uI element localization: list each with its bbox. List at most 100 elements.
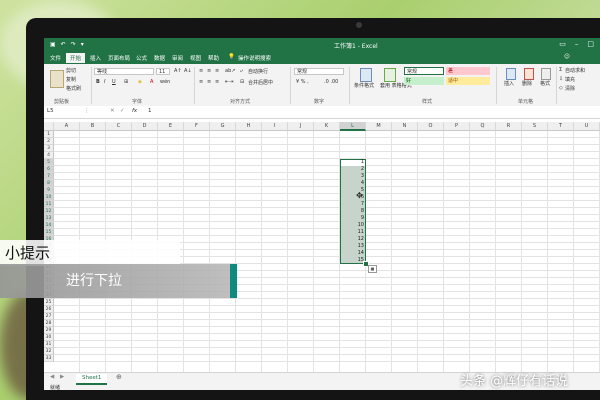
sheet-nav-next-icon[interactable]: ▶ (60, 374, 64, 380)
align-middle-icon[interactable]: ≡ (207, 68, 211, 74)
cell-l14[interactable]: 10 (340, 222, 366, 229)
maximize-icon[interactable]: □ (587, 40, 594, 48)
row-header-6[interactable]: 6 (44, 166, 54, 173)
user-icon[interactable]: ☺ (564, 54, 570, 60)
undo-icon[interactable]: ↶ (61, 41, 66, 48)
copy-button[interactable]: 复制 (66, 76, 76, 83)
conditional-format-icon[interactable] (360, 68, 372, 82)
minimize-icon[interactable]: – (575, 40, 579, 48)
row-header-5[interactable]: 5 (44, 159, 54, 166)
cell-l16[interactable]: 12 (340, 236, 366, 243)
cell-l8[interactable]: 4 (340, 180, 366, 187)
column-header-q[interactable]: Q (470, 122, 496, 131)
style-normal[interactable]: 常规 (404, 67, 444, 75)
column-header-n[interactable]: N (392, 122, 418, 131)
column-header-d[interactable]: D (132, 122, 158, 131)
name-box-dropdown-icon[interactable]: ⋮ (84, 108, 90, 114)
table-format-icon[interactable] (384, 68, 396, 82)
sheet-nav-prev-icon[interactable]: ◀ (50, 374, 54, 380)
font-shrink-icon[interactable]: A↓ (184, 68, 192, 74)
align-top-icon[interactable]: ≡ (199, 68, 203, 74)
style-bad[interactable]: 差 (446, 67, 490, 75)
row-header-13[interactable]: 13 (44, 215, 54, 222)
tab-file[interactable]: 文件 (50, 54, 61, 62)
currency-icon[interactable]: ¥ % , (296, 79, 309, 85)
orientation-icon[interactable]: ab↗ (225, 68, 235, 74)
column-header-g[interactable]: G (210, 122, 236, 131)
ribbon-display-icon[interactable]: ▭ (559, 40, 566, 48)
cancel-icon[interactable]: ✕ (110, 108, 115, 114)
column-header-u[interactable]: U (574, 122, 600, 131)
cell-l18[interactable]: 14 (340, 250, 366, 257)
column-header-t[interactable]: T (548, 122, 574, 131)
cell-l6[interactable]: 2 (340, 166, 366, 173)
row-header-7[interactable]: 7 (44, 173, 54, 180)
row-header-26[interactable]: 26 (44, 306, 54, 313)
cell-l12[interactable]: 8 (340, 208, 366, 215)
column-header-j[interactable]: J (288, 122, 314, 131)
column-header-i[interactable]: I (262, 122, 288, 131)
column-header-h[interactable]: H (236, 122, 262, 131)
tab-formulas[interactable]: 公式 (136, 54, 147, 62)
align-bottom-icon[interactable]: ≡ (215, 68, 219, 74)
column-header-k[interactable]: K (314, 122, 340, 131)
align-right-icon[interactable]: ≡ (215, 79, 219, 85)
bold-icon[interactable]: B (96, 79, 100, 85)
font-size-select[interactable]: 11 (156, 68, 170, 75)
cell-l13[interactable]: 9 (340, 215, 366, 222)
redo-icon[interactable]: ↷ (71, 41, 76, 48)
tab-help[interactable]: 帮助 (208, 54, 219, 62)
italic-icon[interactable]: I (104, 79, 105, 85)
row-header-12[interactable]: 12 (44, 208, 54, 215)
tab-data[interactable]: 数据 (154, 54, 165, 62)
format-cells-button[interactable]: 格式 (540, 80, 550, 87)
insert-cells-icon[interactable] (506, 68, 516, 80)
font-grow-icon[interactable]: A↑ (174, 68, 182, 74)
insert-cells-button[interactable]: 插入 (504, 80, 514, 87)
add-sheet-icon[interactable]: ⊕ (116, 373, 122, 381)
row-header-30[interactable]: 30 (44, 334, 54, 341)
column-header-c[interactable]: C (106, 122, 132, 131)
cell-l17[interactable]: 13 (340, 243, 366, 250)
autofill-options-icon[interactable]: ▦ (368, 265, 377, 273)
style-neutral[interactable]: 适中 (446, 77, 490, 85)
column-header-r[interactable]: R (496, 122, 522, 131)
format-cells-icon[interactable] (541, 68, 551, 80)
tab-view[interactable]: 视图 (190, 54, 201, 62)
row-header-33[interactable]: 33 (44, 355, 54, 362)
column-header-l[interactable]: L (340, 122, 366, 131)
tab-home[interactable]: 开始 (66, 53, 86, 63)
column-header-o[interactable]: O (418, 122, 444, 131)
row-header-14[interactable]: 14 (44, 222, 54, 229)
tell-me-search[interactable]: 操作说明搜索 (238, 54, 271, 62)
column-header-b[interactable]: B (80, 122, 106, 131)
row-header-32[interactable]: 32 (44, 348, 54, 355)
phonetic-icon[interactable]: wén (160, 79, 170, 85)
indent-icon[interactable]: ⇤⇥ (225, 79, 233, 85)
insert-function-icon[interactable]: fx (132, 108, 137, 114)
autosum-button[interactable]: 自动求和 (565, 67, 585, 74)
decimal-icon[interactable]: .0 .00 (324, 79, 338, 85)
cell-l5[interactable]: 1 (340, 159, 366, 166)
delete-cells-icon[interactable] (524, 68, 534, 80)
delete-cells-button[interactable]: 删除 (522, 80, 532, 87)
row-header-31[interactable]: 31 (44, 341, 54, 348)
cell-l15[interactable]: 11 (340, 229, 366, 236)
row-header-28[interactable]: 28 (44, 320, 54, 327)
save-icon[interactable]: ▣ (50, 41, 56, 48)
clear-button[interactable]: 清除 (565, 85, 575, 92)
tab-review[interactable]: 审阅 (172, 54, 183, 62)
row-header-9[interactable]: 9 (44, 187, 54, 194)
column-header-s[interactable]: S (522, 122, 548, 131)
fill-color-icon[interactable]: ◈ (138, 79, 142, 85)
column-header-f[interactable]: F (184, 122, 210, 131)
align-left-icon[interactable]: ≡ (199, 79, 203, 85)
row-header-1[interactable]: 1 (44, 131, 54, 138)
column-header-a[interactable]: A (54, 122, 80, 131)
row-header-8[interactable]: 8 (44, 180, 54, 187)
column-header-p[interactable]: P (444, 122, 470, 131)
borders-icon[interactable]: ⊞ (124, 79, 128, 85)
underline-icon[interactable]: U (112, 79, 116, 85)
wrap-text-button[interactable]: 自动换行 (248, 68, 268, 75)
row-header-11[interactable]: 11 (44, 201, 54, 208)
